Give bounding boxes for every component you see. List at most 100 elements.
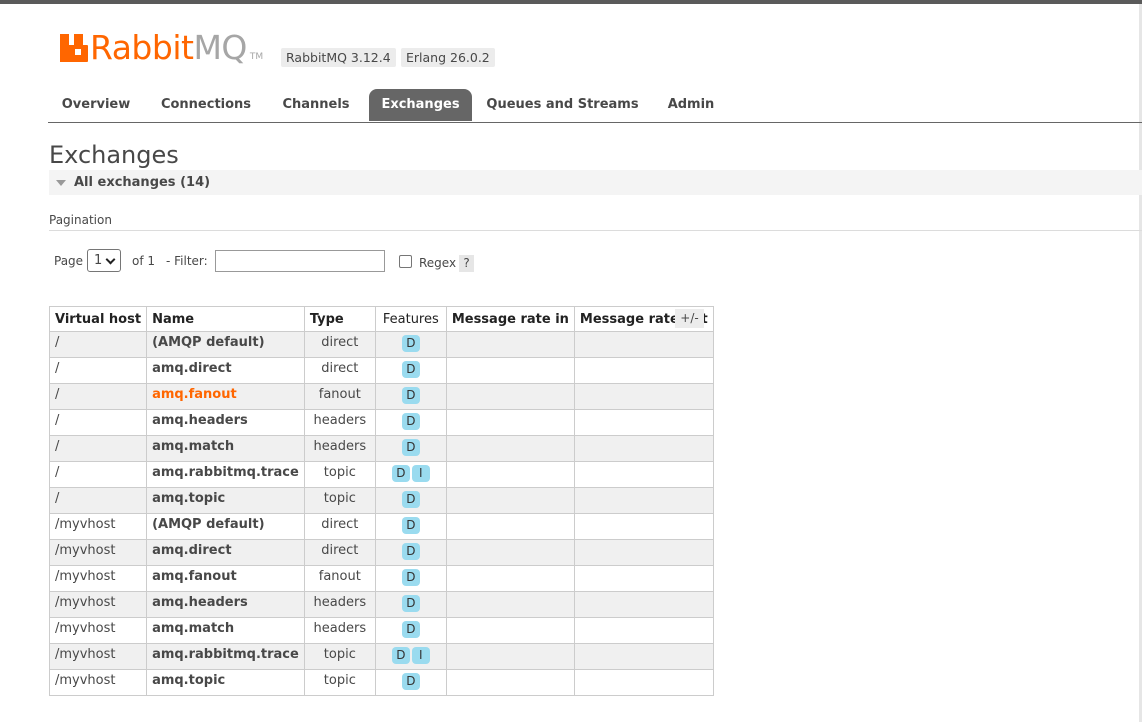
exchange-name-link[interactable]: amq.rabbitmq.trace [146,643,305,670]
cell-message-rate-out [573,487,714,514]
feature-badge: D [401,621,420,638]
cell-message-rate-in [445,539,575,566]
cell-features: D [374,435,447,462]
feature-badge: D [401,569,420,586]
cell-type: headers [303,435,376,462]
cell-vhost: /myvhost [48,565,148,592]
page-select[interactable]: 1 [87,249,121,272]
cell-message-rate-in [445,409,575,436]
table-row: /myvhost amq.topic topic D [48,669,714,696]
cell-message-rate-in [445,435,575,462]
feature-badge: D [401,543,420,560]
tab-connections[interactable]: Connections [153,89,259,121]
page-title: Exchanges [49,141,179,169]
exchange-name-link[interactable]: amq.match [146,617,305,644]
logo-mq: MQ [193,28,247,67]
table-row: / amq.fanout fanout D [48,383,714,410]
table-row: / amq.topic topic D [48,487,714,514]
regex-checkbox[interactable] [399,255,412,268]
cell-type: headers [303,617,376,644]
exchange-name-link[interactable]: (AMQP default) [146,331,305,358]
cell-features: D [374,357,447,384]
col-features[interactable]: Features [374,306,447,332]
cell-features: D [374,669,447,696]
exchange-name-link[interactable]: amq.match [146,435,305,462]
logo-rabbit: Rabbit [90,28,194,67]
col-message-rate-in[interactable]: Message rate in [445,306,575,332]
col-virtual-host[interactable]: Virtual host [48,306,148,332]
cell-message-rate-out [573,461,714,488]
exchange-name-link[interactable]: amq.topic [146,669,305,696]
cell-type: direct [303,513,376,540]
exchange-name-link[interactable]: (AMQP default) [146,513,305,540]
tab-admin[interactable]: Admin [658,89,724,121]
cell-vhost: /myvhost [48,591,148,618]
cell-vhost: / [48,409,148,436]
cell-message-rate-out [573,617,714,644]
table-row: / (AMQP default) direct D [48,331,714,358]
table-row: /myvhost amq.rabbitmq.trace topic D I [48,643,714,670]
logo-text: RabbitMQ [90,30,247,66]
erlang-version-badge: Erlang 26.0.2 [401,48,495,67]
cell-type: fanout [303,383,376,410]
rabbitmq-logo[interactable]: RabbitMQ TM [60,30,263,66]
cell-message-rate-out [573,331,714,358]
col-type[interactable]: Type [303,306,376,332]
exchange-name-link[interactable]: amq.fanout [146,383,305,410]
cell-vhost: / [48,435,148,462]
cell-type: headers [303,591,376,618]
cell-type: headers [303,409,376,436]
exchange-name-link[interactable]: amq.rabbitmq.trace [146,461,305,488]
table-row: /myvhost amq.fanout fanout D [48,565,714,592]
feature-badge: D [401,335,420,352]
cell-message-rate-in [445,617,575,644]
cell-vhost: /myvhost [48,539,148,566]
cell-message-rate-out [573,565,714,592]
cell-type: topic [303,643,376,670]
feature-badge: D [391,647,410,664]
cell-features: D [374,383,447,410]
exchange-name-link[interactable]: amq.topic [146,487,305,514]
filter-input[interactable] [215,250,385,272]
cell-message-rate-in [445,669,575,696]
tab-queues-and-streams[interactable]: Queues and Streams [484,89,641,121]
table-header-row: Virtual host Name Type Features Message … [48,306,714,332]
logo-trademark: TM [249,52,264,62]
exchange-name-link[interactable]: amq.headers [146,409,305,436]
chevron-down-icon [105,254,116,265]
table-row: /myvhost amq.direct direct D [48,539,714,566]
tab-exchanges[interactable]: Exchanges [369,89,472,121]
feature-badge: D [401,595,420,612]
main-nav-tabs: Overview Connections Channels Exchanges … [48,89,1142,123]
feature-badge: I [411,647,430,664]
regex-help-button[interactable]: ? [459,255,474,272]
cell-message-rate-in [445,357,575,384]
tab-overview[interactable]: Overview [48,89,144,121]
cell-message-rate-out [573,591,714,618]
cell-message-rate-in [445,487,575,514]
tab-channels[interactable]: Channels [273,89,359,121]
cell-vhost: / [48,331,148,358]
cell-message-rate-out [573,643,714,670]
exchange-name-link[interactable]: amq.direct [146,357,305,384]
cell-features: D [374,539,447,566]
feature-badge: D [401,361,420,378]
regex-label: Regex [419,256,457,270]
table-row: / amq.rabbitmq.trace topic D I [48,461,714,488]
exchange-name-link[interactable]: amq.headers [146,591,305,618]
cell-features: D [374,565,447,592]
exchange-name-link[interactable]: amq.direct [146,539,305,566]
exchange-name-link[interactable]: amq.fanout [146,565,305,592]
cell-vhost: / [48,461,148,488]
cell-vhost: /myvhost [48,617,148,644]
col-name[interactable]: Name [146,306,305,332]
feature-badge: D [401,673,420,690]
cell-type: topic [303,669,376,696]
column-toggle-button[interactable]: +/- [675,309,704,328]
feature-badge: D [391,465,410,482]
cell-vhost: /myvhost [48,643,148,670]
cell-message-rate-out [573,383,714,410]
feature-badge: D [401,387,420,404]
rabbit-logo-icon [60,34,88,62]
all-exchanges-toggle[interactable]: All exchanges (14) [49,170,1142,195]
